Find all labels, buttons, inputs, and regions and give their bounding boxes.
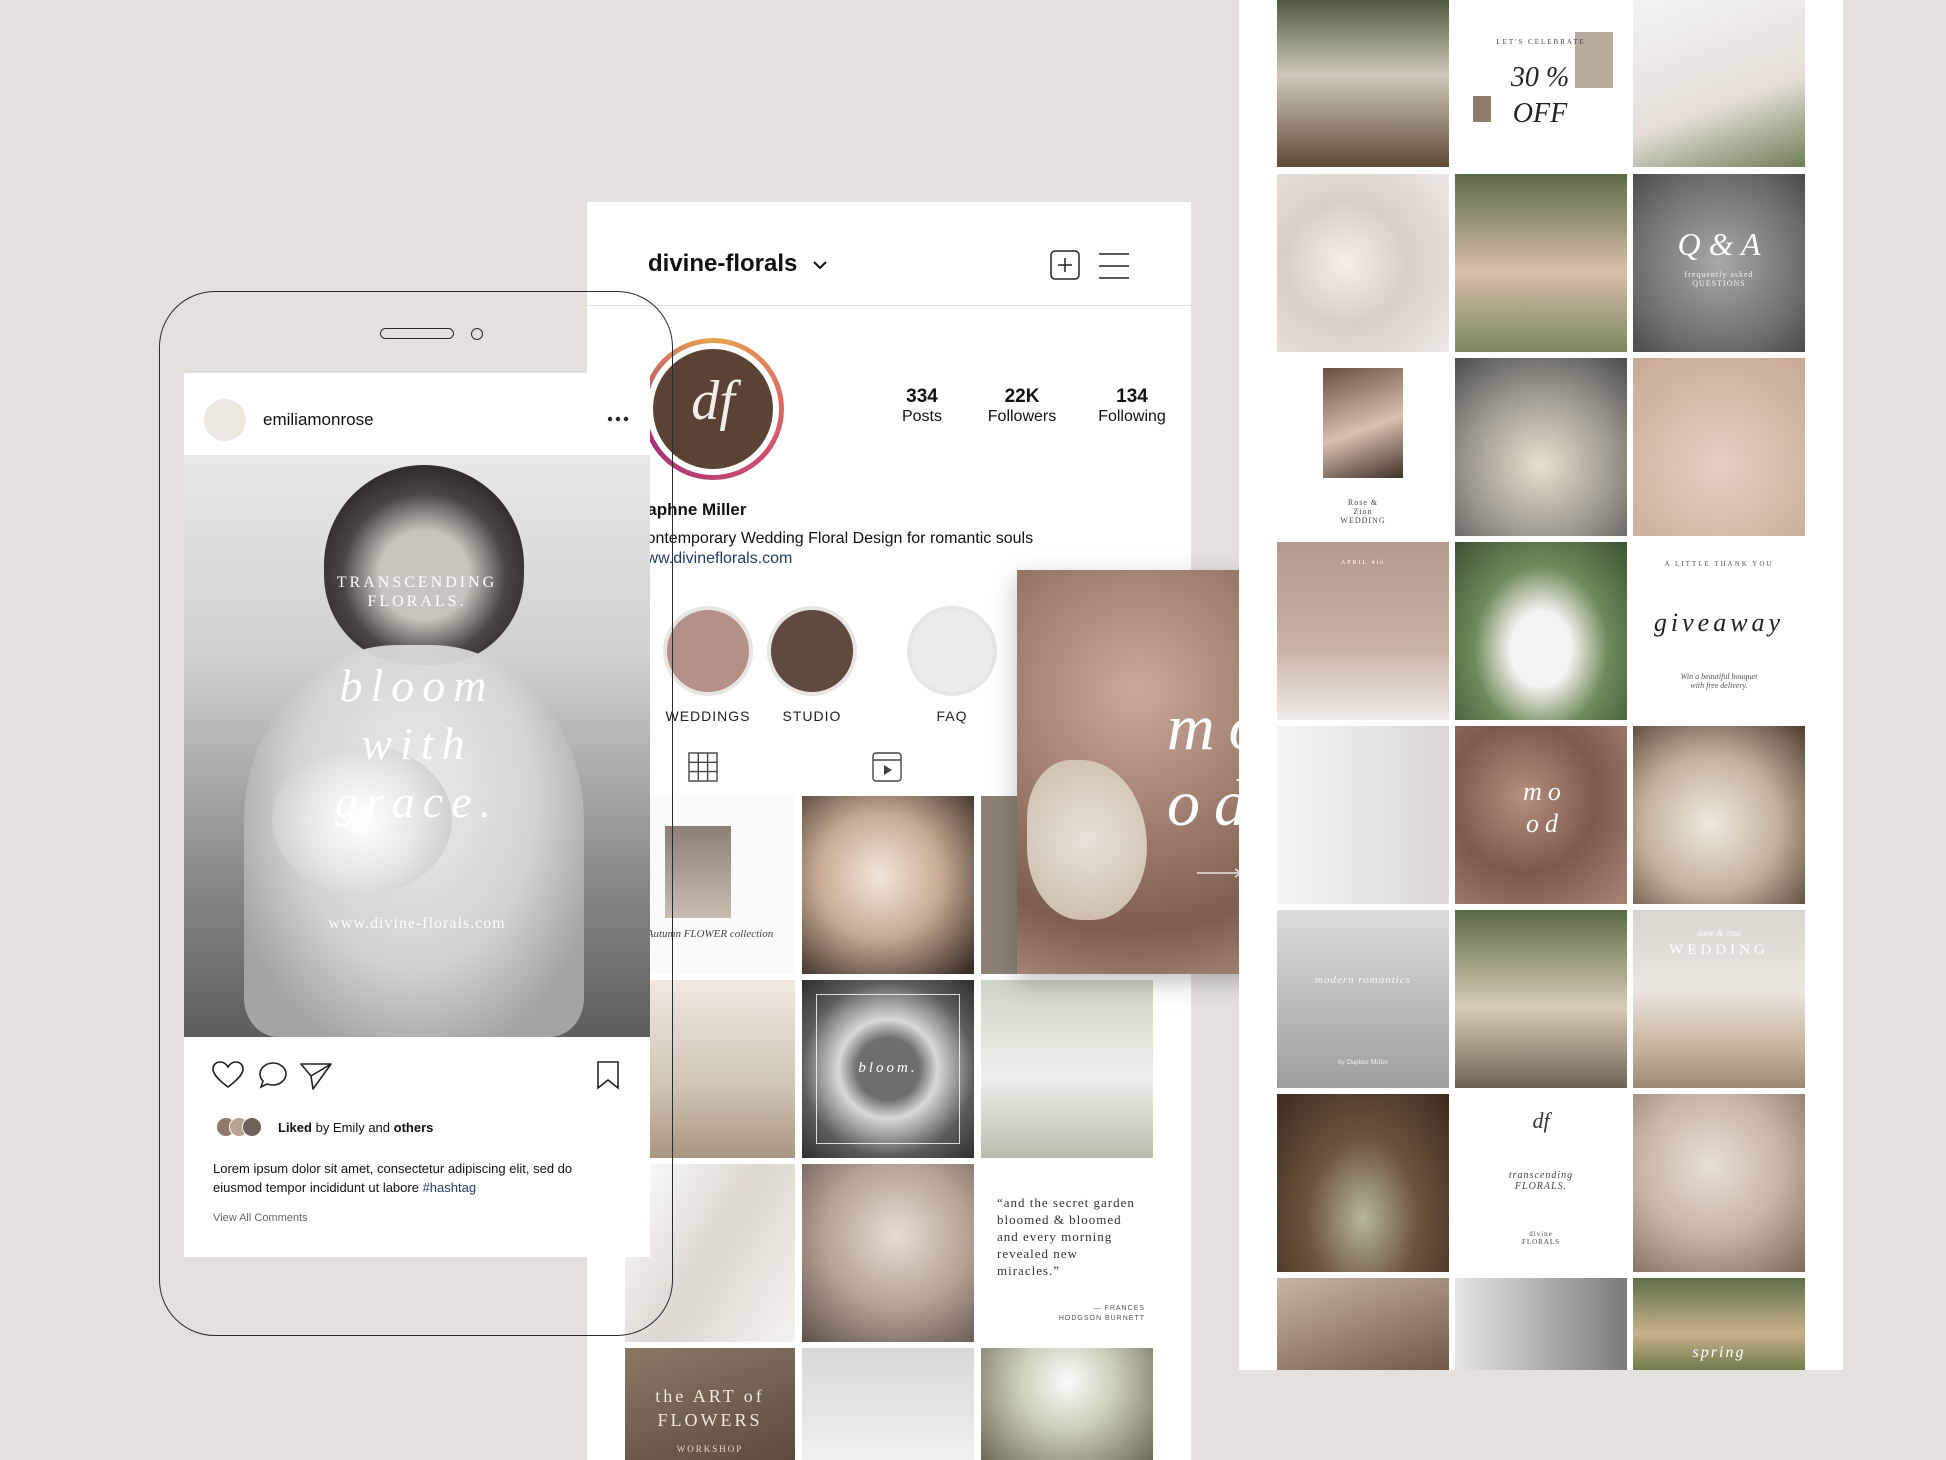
grid-post-veil-bride[interactable]: [802, 1164, 974, 1342]
bookmark-icon[interactable]: [596, 1060, 620, 1090]
comment-icon[interactable]: [258, 1061, 288, 1089]
feed-tile-modern-romantics[interactable]: modern romantics by Daphne Miller: [1277, 910, 1449, 1088]
chevron-down-icon[interactable]: [813, 260, 827, 270]
post-avatar[interactable]: [204, 399, 246, 441]
feed-tile-bride-garden[interactable]: [1455, 174, 1627, 352]
feed-tile-couple[interactable]: [1455, 1278, 1627, 1370]
feed-tile-giveaway[interactable]: A LITTLE THANK YOU giveaway Win a beauti…: [1633, 542, 1805, 720]
profile-bio: Contemporary Wedding Floral Design for r…: [635, 530, 1034, 547]
profile-stats: 334 Posts 22K Followers 134 Following: [887, 386, 1177, 436]
grid-post-quote[interactable]: “and the secret garden bloomed & bloomed…: [981, 1164, 1153, 1342]
feed-tile-flower-frame[interactable]: [1455, 358, 1627, 536]
menu-icon[interactable]: [1099, 252, 1129, 280]
phone-camera: [471, 328, 483, 340]
grid-post-dress-detail[interactable]: [802, 796, 974, 974]
feed-tile-dane-rose[interactable]: dane & rose WEDDING: [1633, 910, 1805, 1088]
new-post-icon[interactable]: [1050, 250, 1080, 280]
feed-tile-table-candles[interactable]: [1455, 910, 1627, 1088]
post-card: emiliamonrose TRANSCENDING FLORALS. bloo…: [184, 373, 650, 1257]
liked-avatars: [216, 1117, 276, 1139]
grid-post-bloom-wreath[interactable]: bloom.: [802, 980, 974, 1158]
feed-tile-transcending[interactable]: df transcending FLORALS. divine FLORALS: [1455, 1094, 1627, 1272]
feed-tile-bride-bouquet[interactable]: [1633, 726, 1805, 904]
share-icon[interactable]: [299, 1061, 333, 1091]
feed-tile-dining-table[interactable]: [1277, 0, 1449, 167]
grid-tab-icon[interactable]: [688, 752, 718, 782]
grid-post-table-flowers[interactable]: [981, 1348, 1153, 1460]
feed-tile-mood-left[interactable]: [1277, 726, 1449, 904]
post-username[interactable]: emiliamonrose: [263, 410, 374, 430]
profile-username[interactable]: divine-florals: [648, 250, 797, 278]
grid-post-art-of-flowers[interactable]: the ART of FLOWERS WORKSHOP: [625, 1348, 795, 1460]
stat-followers[interactable]: 22K Followers: [977, 386, 1067, 436]
feed-tile-qa[interactable]: Q & A frequently asked QUESTIONS: [1633, 174, 1805, 352]
stat-posts[interactable]: 334 Posts: [887, 386, 957, 436]
more-options-icon[interactable]: [607, 416, 629, 422]
post-image-headline: TRANSCENDING FLORALS.: [336, 574, 498, 610]
feed-tile-ring-hand[interactable]: [1633, 358, 1805, 536]
feed-tile-mood-small[interactable]: mo od: [1455, 726, 1627, 904]
feed-tile-date[interactable]: APRIL 4th: [1277, 542, 1449, 720]
grid-post-greenhouse[interactable]: [981, 980, 1153, 1158]
stat-following[interactable]: 134 Following: [1087, 386, 1177, 436]
post-image-script-3: grace.: [334, 776, 500, 827]
feed-tile-hand-rose[interactable]: [1633, 0, 1805, 167]
post-image[interactable]: TRANSCENDING FLORALS. bloom with grace. …: [184, 455, 650, 1037]
reels-tab-icon[interactable]: [872, 752, 902, 782]
profile-header: divine-florals: [587, 202, 1191, 306]
feed-tile-spring[interactable]: spring: [1633, 1278, 1805, 1370]
feed-tile-veil-bride[interactable]: [1633, 1094, 1805, 1272]
grid-post-bouquet-gray[interactable]: [802, 1348, 974, 1460]
woman-silhouette-hair: [324, 465, 524, 665]
feed-preview-panel: LET'S CELEBRATE 30 % OFF Q & A frequentl…: [1239, 0, 1843, 1370]
post-image-url: www.divine-florals.com: [328, 915, 506, 932]
feed-tile-church-window[interactable]: [1277, 1094, 1449, 1272]
feed-tile-magnolia[interactable]: [1277, 174, 1449, 352]
feed-tile-sale[interactable]: LET'S CELEBRATE 30 % OFF: [1455, 0, 1627, 167]
heart-icon[interactable]: [212, 1061, 244, 1089]
arrow-right-icon: [1197, 868, 1243, 878]
feed-tile-flower-arch[interactable]: [1455, 542, 1627, 720]
view-all-comments[interactable]: View All Comments: [213, 1212, 308, 1224]
phone-speaker: [380, 328, 454, 339]
feed-tile-rose-zion[interactable]: Rose & Zion WEDDING: [1277, 358, 1449, 536]
liked-by-text: Liked by Emily and others: [278, 1120, 434, 1135]
post-image-script-1: bloom: [339, 660, 495, 711]
feed-tile-dried-flowers[interactable]: [1277, 1278, 1449, 1370]
post-image-script-2: with: [361, 718, 473, 769]
post-caption: Lorem ipsum dolor sit amet, consectetur …: [213, 1161, 573, 1195]
hashtag-link[interactable]: #hashtag: [423, 1180, 477, 1195]
